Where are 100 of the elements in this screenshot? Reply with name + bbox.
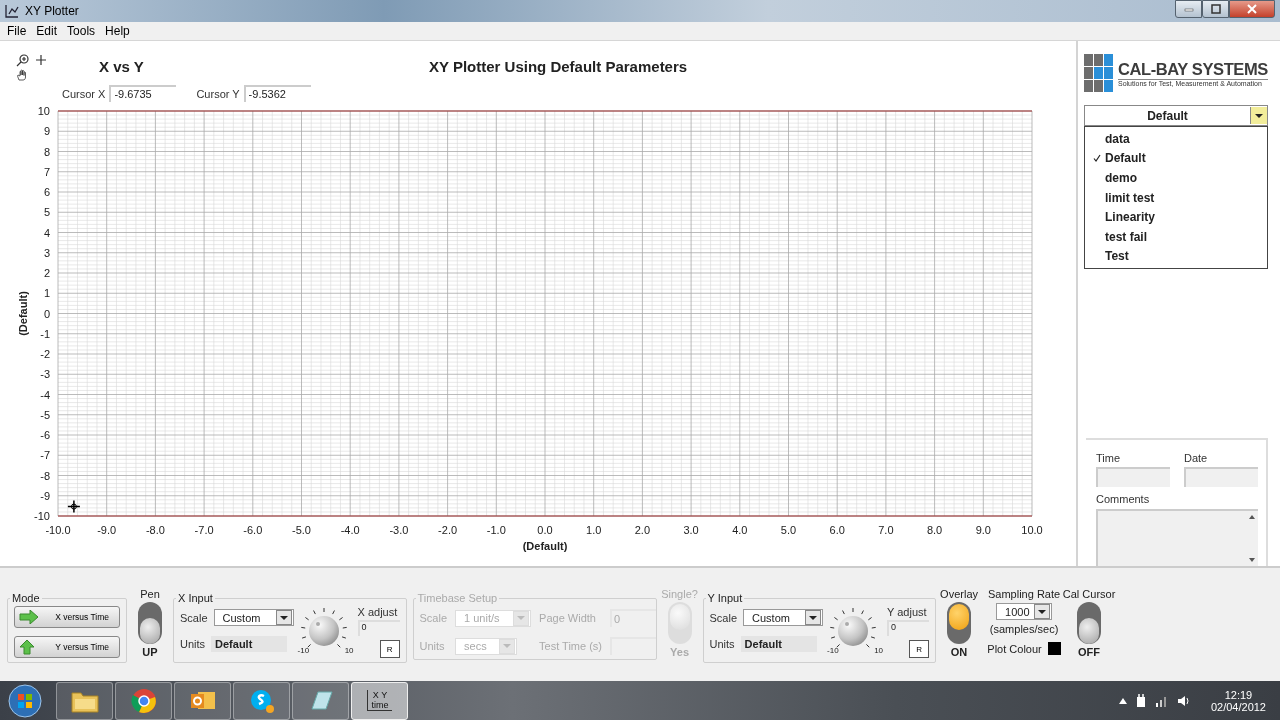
dropdown-option[interactable]: data <box>1085 129 1267 149</box>
tick-label: -4 <box>40 388 50 401</box>
tick-label: -2.0 <box>438 524 458 536</box>
tray-expand-icon[interactable] <box>1118 697 1127 704</box>
crosshair-icon[interactable] <box>36 55 46 65</box>
toggle-switch[interactable] <box>947 602 972 644</box>
tick-label: -9.0 <box>97 524 117 536</box>
maximize-button[interactable] <box>1202 0 1229 18</box>
mode-button[interactable]: Y versus Time <box>14 636 120 658</box>
toggle-label: Single? <box>661 588 698 600</box>
scale-label: 10 <box>344 646 354 655</box>
reset-button[interactable]: R <box>379 640 400 658</box>
tick-label: -7 <box>40 449 50 462</box>
tick-label: 10.0 <box>1021 524 1043 536</box>
reset-button[interactable]: R <box>909 640 930 658</box>
dropdown-option[interactable]: Linearity <box>1085 207 1267 227</box>
close-icon <box>1247 4 1257 14</box>
toggle-switch[interactable] <box>1077 602 1102 644</box>
caret-icon <box>513 610 530 626</box>
tick-label: 5 <box>43 206 50 219</box>
date-field[interactable] <box>1184 467 1258 487</box>
tick-label: 2 <box>43 267 50 279</box>
maximize-icon <box>1210 4 1221 14</box>
group-label: Timebase Setup <box>416 592 499 604</box>
field-label: Page Width <box>539 612 597 624</box>
tick-label: -6 <box>40 429 50 441</box>
zoom-icon[interactable] <box>16 53 30 67</box>
tick-label: 5.0 <box>780 524 797 536</box>
tick-label: -10 <box>34 510 50 522</box>
taskbar-button[interactable] <box>56 681 113 720</box>
units-field[interactable]: Default <box>211 636 288 652</box>
scroll-down-icon[interactable] <box>1249 558 1255 562</box>
colour-swatch[interactable] <box>1047 642 1061 655</box>
mode-button[interactable]: X versus Time <box>14 606 120 628</box>
field-label: Sampling Rate <box>988 588 1061 600</box>
scroll-up-icon[interactable] <box>1249 515 1255 519</box>
toggle-state: OFF <box>1078 646 1101 658</box>
dropdown-option[interactable]: test fail <box>1085 226 1267 247</box>
taskbar-button[interactable]: X Y time <box>351 681 408 720</box>
group-label: X Input <box>177 592 214 604</box>
dropdown-option[interactable]: Test <box>1085 246 1267 267</box>
dropdown[interactable]: Custom <box>743 609 824 626</box>
window-title: XY Plotter <box>25 4 79 18</box>
field-label: Units <box>180 638 206 650</box>
hand-icon[interactable] <box>16 69 28 81</box>
scale-label: -10 <box>297 646 310 655</box>
menu-item[interactable]: File <box>3 22 31 40</box>
close-button[interactable] <box>1229 0 1275 18</box>
taskbar-button[interactable] <box>174 681 231 720</box>
scale-label: -10 <box>827 646 839 655</box>
signal-icon[interactable] <box>1154 694 1169 707</box>
field-label: Test Time (s) <box>539 640 602 652</box>
tick-label: 7 <box>43 165 50 178</box>
cursor-field[interactable]: -9.6735 <box>109 85 177 102</box>
caret-icon <box>1034 604 1051 619</box>
power-icon[interactable] <box>1134 693 1147 708</box>
units-field[interactable]: Default <box>740 636 817 652</box>
tick-label: -1.0 <box>486 524 506 536</box>
field-label: Scale <box>419 612 448 624</box>
tick-label: -9 <box>40 489 50 502</box>
start-button[interactable] <box>8 683 42 718</box>
dropdown[interactable]: 1000 <box>996 603 1053 620</box>
tick-label: -7.0 <box>194 524 214 536</box>
toggle-label: Cal Cursor <box>1062 588 1116 600</box>
dropdown[interactable]: Custom <box>213 609 294 626</box>
logo-text: CAL-BAY SYSTEMS <box>1118 59 1268 80</box>
adjust-field[interactable]: 0 <box>887 620 930 636</box>
group-label: Mode <box>11 592 41 604</box>
toggle-switch[interactable] <box>138 602 162 644</box>
app-icon <box>4 3 20 19</box>
toggle-state: ON <box>950 646 968 658</box>
menu-item[interactable]: Help <box>101 22 134 40</box>
tick-label: -2 <box>40 348 50 360</box>
volume-icon[interactable] <box>1176 694 1191 707</box>
cursor-icon[interactable] <box>67 499 81 514</box>
taskbar-button[interactable] <box>115 681 172 720</box>
arrow-up-icon <box>19 639 35 655</box>
logo-icon <box>1084 53 1114 93</box>
field-label: Cursor Y <box>196 87 240 100</box>
clock[interactable]: 12:19 02/04/2012 <box>1210 688 1266 713</box>
tick-label: -5.0 <box>292 524 311 536</box>
minimize-button[interactable] <box>1175 0 1202 18</box>
tick-label: 4 <box>43 226 50 239</box>
dropdown-option[interactable]: demo <box>1085 168 1267 188</box>
menu-item[interactable]: Tools <box>63 22 100 40</box>
field-label: Scale <box>180 611 208 624</box>
time-field[interactable] <box>1096 467 1170 487</box>
tick-label: 0 <box>43 307 50 320</box>
config-dropdown[interactable]: Default <box>1084 105 1268 126</box>
cursor-field[interactable]: -9.5362 <box>243 85 311 102</box>
adjust-field[interactable]: 0 <box>357 620 400 636</box>
dropdown-option[interactable]: Default <box>1085 148 1267 169</box>
field-label: Date <box>1184 452 1209 464</box>
tick-label: 7.0 <box>878 524 894 536</box>
dropdown-option[interactable]: limit test <box>1085 187 1267 208</box>
toggle-label: Overlay <box>940 588 978 600</box>
taskbar-button[interactable] <box>233 681 290 720</box>
taskbar-button[interactable] <box>292 681 349 720</box>
menu-item[interactable]: Edit <box>32 22 62 40</box>
comments-field[interactable] <box>1096 509 1258 566</box>
